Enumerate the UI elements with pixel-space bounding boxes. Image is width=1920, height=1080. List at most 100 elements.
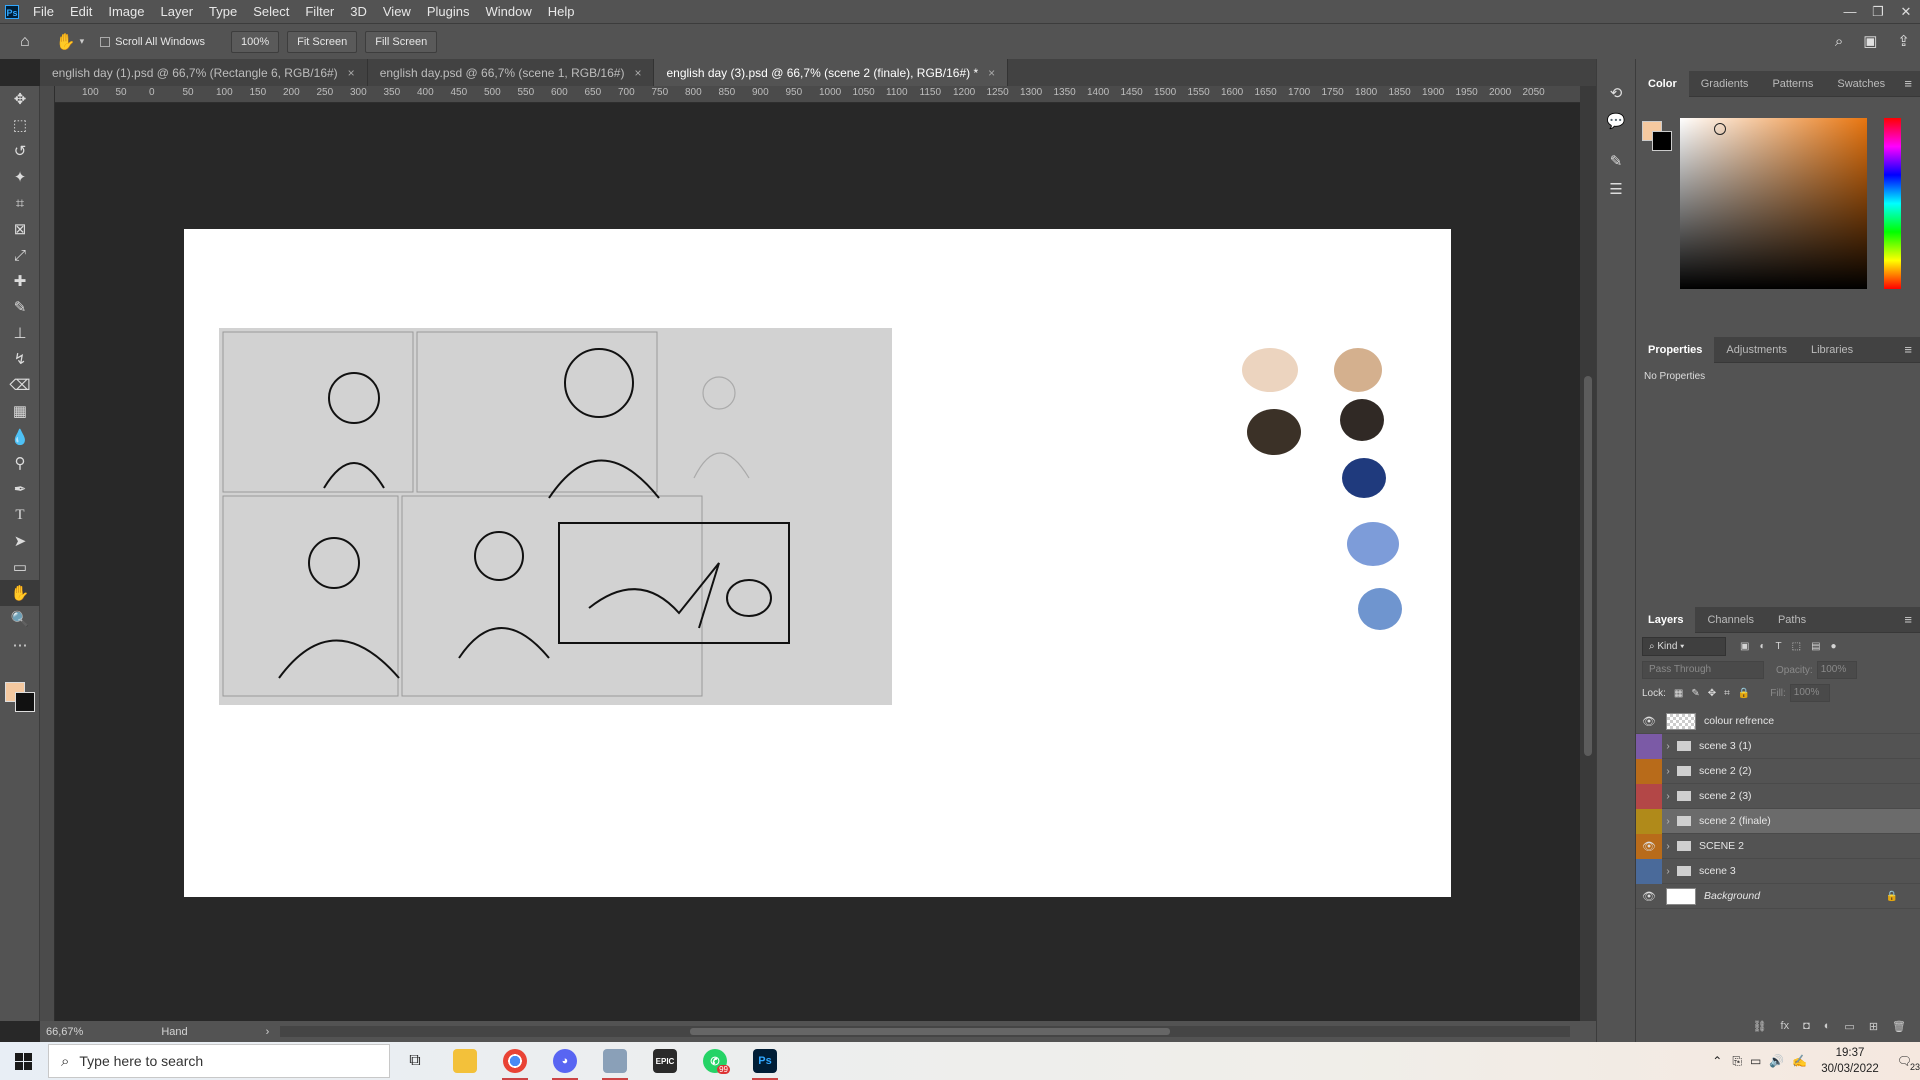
- scroll-all-windows-checkbox[interactable]: Scroll All Windows: [100, 36, 205, 48]
- history-brush-tool-icon[interactable]: ↯: [0, 346, 40, 372]
- eyedropper-tool-icon[interactable]: ⤢: [0, 242, 40, 268]
- layer-row[interactable]: 👁 Background 🔒: [1636, 884, 1920, 909]
- lock-artboard-icon[interactable]: ⌗: [1724, 688, 1730, 699]
- filter-image-icon[interactable]: ▣: [1740, 641, 1749, 652]
- tab-patterns[interactable]: Patterns: [1760, 71, 1825, 97]
- adjustments-icon[interactable]: ☰: [1597, 175, 1635, 203]
- background-color-swatch[interactable]: [15, 692, 35, 712]
- hand-tool-icon[interactable]: ✋: [0, 580, 40, 606]
- close-icon[interactable]: ✕: [1892, 0, 1920, 23]
- dodge-tool-icon[interactable]: ⚲: [0, 450, 40, 476]
- path-selection-tool-icon[interactable]: ➤: [0, 528, 40, 554]
- delete-layer-icon[interactable]: 🗑: [1892, 1020, 1906, 1033]
- network-icon[interactable]: ▭: [1750, 1054, 1761, 1068]
- tab-layers[interactable]: Layers: [1636, 606, 1696, 633]
- eye-icon[interactable]: 👁: [1636, 884, 1662, 909]
- tab-libraries[interactable]: Libraries: [1799, 337, 1865, 363]
- panel-menu-icon[interactable]: ≡: [1904, 71, 1912, 97]
- menu-select[interactable]: Select: [245, 0, 297, 23]
- menu-window[interactable]: Window: [477, 0, 539, 23]
- filter-adjust-icon[interactable]: ◐: [1759, 641, 1765, 652]
- layer-row[interactable]: › scene 2 (2): [1636, 758, 1920, 784]
- rectangle-tool-icon[interactable]: ▭: [0, 554, 40, 580]
- panel-menu-icon[interactable]: ≡: [1904, 337, 1912, 363]
- horizontal-scrollbar[interactable]: [280, 1026, 1570, 1037]
- lock-pixels-icon[interactable]: ▦: [1674, 688, 1683, 699]
- chevron-right-icon[interactable]: ›: [1662, 791, 1674, 802]
- add-mask-icon[interactable]: ◘: [1803, 1020, 1810, 1032]
- chevron-down-icon[interactable]: ▾: [80, 36, 85, 47]
- clock[interactable]: 19:37 30/03/2022: [1821, 1045, 1879, 1077]
- stamp-tool-icon[interactable]: ⊥: [0, 320, 40, 346]
- file-explorer-button[interactable]: [442, 1042, 488, 1080]
- menu-layer[interactable]: Layer: [153, 0, 202, 23]
- filter-toggle-icon[interactable]: ●: [1831, 641, 1837, 652]
- tab-gradients[interactable]: Gradients: [1689, 71, 1761, 97]
- eye-icon[interactable]: 👁: [1636, 709, 1662, 734]
- notification-center-icon[interactable]: 🗨 23: [1897, 1054, 1920, 1072]
- kind-filter-select[interactable]: ⌕ Kind ▾: [1642, 636, 1726, 656]
- visibility-toggle[interactable]: [1636, 858, 1662, 884]
- menu-type[interactable]: Type: [201, 0, 245, 23]
- lock-all-icon[interactable]: 🔒: [1738, 688, 1750, 699]
- search-icon[interactable]: ⌕: [1835, 33, 1843, 50]
- panel-menu-icon[interactable]: ≡: [1904, 607, 1912, 633]
- color-picker-field[interactable]: [1680, 118, 1867, 289]
- adjustment-layer-icon[interactable]: ◐: [1824, 1020, 1831, 1032]
- tab-paths[interactable]: Paths: [1766, 607, 1818, 633]
- chevron-right-icon[interactable]: ›: [1662, 816, 1674, 827]
- home-icon[interactable]: ⌂: [20, 33, 30, 51]
- zoom-100-button[interactable]: 100%: [230, 30, 280, 53]
- visibility-toggle[interactable]: [1636, 733, 1662, 759]
- hue-slider[interactable]: [1884, 118, 1901, 289]
- workspace-icon[interactable]: ▣: [1863, 32, 1877, 50]
- healing-brush-tool-icon[interactable]: ✚: [0, 268, 40, 294]
- chevron-right-icon[interactable]: ›: [1662, 741, 1674, 752]
- menu-3d[interactable]: 3D: [342, 0, 375, 23]
- lock-move-icon[interactable]: ✥: [1708, 688, 1716, 699]
- tab-english-day-1[interactable]: english day (1).psd @ 66,7% (Rectangle 6…: [40, 59, 368, 86]
- layer-row[interactable]: › scene 2 (3): [1636, 783, 1920, 809]
- visibility-toggle[interactable]: [1636, 783, 1662, 809]
- discord-button[interactable]: ◕: [542, 1042, 588, 1080]
- opacity-input[interactable]: 100%: [1816, 661, 1857, 679]
- blur-tool-icon[interactable]: 💧: [0, 424, 40, 450]
- share-icon[interactable]: ⇪: [1897, 32, 1910, 50]
- chevron-right-icon[interactable]: ›: [1662, 766, 1674, 777]
- tab-english-day-3[interactable]: english day (3).psd @ 66,7% (scene 2 (fi…: [654, 59, 1009, 86]
- chevron-up-icon[interactable]: ⌃: [1712, 1054, 1722, 1068]
- restore-icon[interactable]: ❐: [1864, 0, 1892, 23]
- close-icon[interactable]: ×: [988, 66, 995, 80]
- brush-settings-icon[interactable]: ✎: [1597, 147, 1635, 175]
- zoom-tool-icon[interactable]: 🔍: [0, 606, 40, 632]
- new-group-icon[interactable]: ▭: [1844, 1020, 1854, 1033]
- chevron-right-icon[interactable]: ›: [1662, 841, 1674, 852]
- fit-screen-button[interactable]: Fit Screen: [287, 30, 358, 53]
- pen-icon[interactable]: ✍: [1792, 1054, 1807, 1068]
- crop-tool-icon[interactable]: ⌗: [0, 190, 40, 216]
- layer-row[interactable]: 👁 › SCENE 2: [1636, 833, 1920, 859]
- chrome-button[interactable]: [492, 1042, 538, 1080]
- filter-shape-icon[interactable]: ⬚: [1792, 641, 1801, 652]
- frame-tool-icon[interactable]: ⊠: [0, 216, 40, 242]
- tab-properties[interactable]: Properties: [1636, 336, 1715, 363]
- zoom-readout[interactable]: 66,67%: [46, 1026, 83, 1038]
- new-layer-icon[interactable]: ⊞: [1869, 1020, 1878, 1033]
- hand-tool-icon[interactable]: ✋: [56, 32, 76, 52]
- volume-icon[interactable]: 🔊: [1769, 1054, 1784, 1068]
- filter-smart-icon[interactable]: ▤: [1811, 641, 1820, 652]
- scrollbar-thumb[interactable]: [690, 1028, 1170, 1035]
- tab-swatches[interactable]: Swatches: [1825, 71, 1897, 97]
- vertical-scrollbar[interactable]: [1580, 86, 1596, 1021]
- menu-file[interactable]: File: [25, 0, 62, 23]
- visibility-toggle[interactable]: [1636, 758, 1662, 784]
- menu-edit[interactable]: Edit: [62, 0, 100, 23]
- whatsapp-button[interactable]: ✆ 99: [692, 1042, 738, 1080]
- task-view-button[interactable]: ⧉: [392, 1042, 438, 1080]
- photoshop-button[interactable]: Ps: [742, 1042, 788, 1080]
- fx-icon[interactable]: fx: [1781, 1020, 1790, 1032]
- tab-color[interactable]: Color: [1636, 70, 1689, 97]
- menu-image[interactable]: Image: [100, 0, 152, 23]
- pen-tool-icon[interactable]: ✒: [0, 476, 40, 502]
- lasso-tool-icon[interactable]: ↺: [0, 138, 40, 164]
